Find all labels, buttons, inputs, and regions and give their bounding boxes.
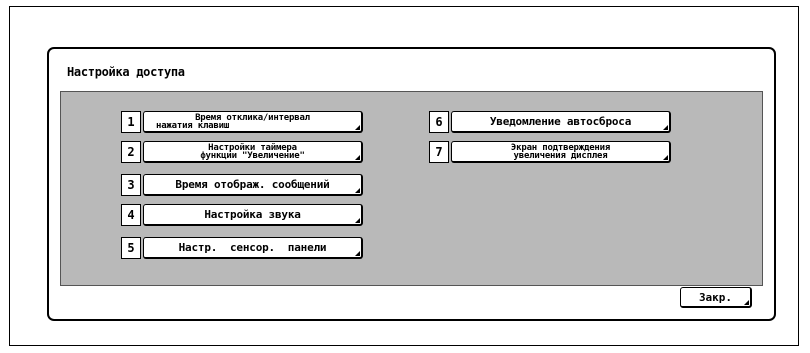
option-number: 3 [121, 174, 141, 196]
option-number: 6 [429, 111, 449, 133]
button-label: Время отображ. сообщений [175, 177, 330, 191]
corner-arrow-icon [663, 125, 668, 130]
option-number: 5 [121, 237, 141, 259]
corner-arrow-icon [355, 218, 360, 223]
corner-arrow-icon [355, 125, 360, 130]
option-number: 4 [121, 204, 141, 226]
option-number: 1 [121, 111, 141, 133]
close-button[interactable]: Закр. [680, 287, 752, 308]
close-button-label: Закр. [698, 290, 733, 304]
corner-arrow-icon [355, 155, 360, 160]
key-response-interval-button[interactable]: Время отклика/интервал нажатия клавиш [143, 111, 363, 133]
accessibility-settings-dialog: Настройка доступа 1 Время отклика/интерв… [47, 47, 776, 321]
zoom-confirmation-screen-button[interactable]: Экран подтверждения увеличения дисплея [451, 141, 671, 163]
option-number: 7 [429, 141, 449, 163]
dialog-title: Настройка доступа [67, 65, 185, 79]
corner-arrow-icon [355, 188, 360, 193]
message-display-time-button[interactable]: Время отображ. сообщений [143, 174, 363, 196]
option-number: 2 [121, 141, 141, 163]
corner-arrow-icon [744, 300, 749, 305]
corner-arrow-icon [355, 251, 360, 256]
button-label: Настройка звука [204, 207, 301, 221]
button-label-line: увеличения дисплея [513, 151, 608, 161]
touch-panel-settings-button[interactable]: Настр. сенсор. панели [143, 237, 363, 259]
button-label: Настр. сенсор. панели [178, 240, 327, 254]
button-label: Уведомление автосброса [489, 114, 632, 128]
options-panel: 1 Время отклика/интервал нажатия клавиш … [60, 91, 763, 286]
button-label-line: функции "Увеличение" [200, 151, 305, 161]
sound-settings-button[interactable]: Настройка звука [143, 204, 363, 226]
button-label-line: нажатия клавиш [156, 121, 230, 131]
zoom-timer-settings-button[interactable]: Настройки таймера функции "Увеличение" [143, 141, 363, 163]
corner-arrow-icon [663, 155, 668, 160]
auto-reset-notification-button[interactable]: Уведомление автосброса [451, 111, 671, 133]
